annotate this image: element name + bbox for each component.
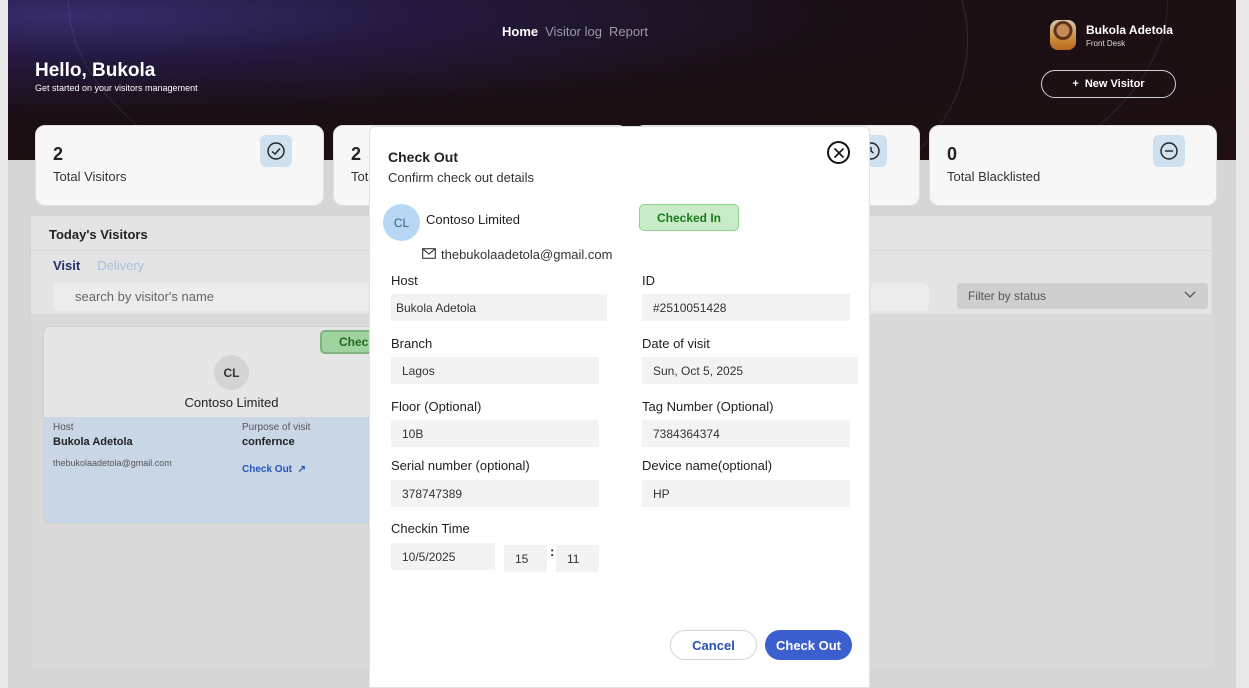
status-filter-select[interactable]: Filter by status bbox=[957, 283, 1208, 309]
visitor-card[interactable]: Check CL Contoso Limited Host Bukola Ade… bbox=[43, 326, 383, 524]
greeting-title: Hello, Bukola bbox=[35, 60, 156, 81]
nav-report[interactable]: Report bbox=[609, 24, 648, 39]
tag-label: Tag Number (Optional) bbox=[642, 399, 774, 414]
stat-card-total-blacklisted: 0 Total Blacklisted bbox=[929, 125, 1217, 206]
time-separator: : bbox=[550, 544, 555, 559]
panel-title: Today's Visitors bbox=[49, 227, 148, 242]
serial-field[interactable]: 378747389 bbox=[391, 480, 599, 507]
plus-icon: + bbox=[1072, 78, 1079, 90]
external-link-icon: ↗ bbox=[294, 464, 306, 475]
search-input[interactable]: search by visitor's name bbox=[53, 283, 393, 311]
company-name: Contoso Limited bbox=[426, 212, 520, 227]
new-visitor-label: New Visitor bbox=[1084, 78, 1145, 90]
tab-visit[interactable]: Visit bbox=[53, 258, 80, 273]
modal-title: Check Out bbox=[388, 149, 459, 165]
minus-circle-icon bbox=[1153, 135, 1185, 167]
tab-delivery[interactable]: Delivery bbox=[97, 258, 144, 273]
stat-value: 0 bbox=[947, 144, 958, 164]
host-value: Bukola Adetola bbox=[53, 436, 133, 448]
check-out-link[interactable]: Check Out ↗ bbox=[242, 464, 306, 475]
device-label: Device name(optional) bbox=[642, 458, 773, 473]
chevron-down-icon bbox=[1184, 288, 1196, 303]
device-field[interactable]: HP bbox=[642, 480, 850, 507]
nav-home[interactable]: Home bbox=[502, 24, 538, 39]
purpose-value: confernce bbox=[242, 436, 295, 448]
host-field[interactable]: Bukola Adetola bbox=[391, 294, 607, 321]
visit-tabs: Visit Delivery bbox=[53, 258, 144, 273]
user-profile[interactable]: Bukola Adetola Front Desk bbox=[1050, 20, 1173, 50]
id-label: ID bbox=[642, 273, 655, 288]
date-field[interactable]: Sun, Oct 5, 2025 bbox=[642, 357, 858, 384]
user-name: Bukola Adetola bbox=[1086, 22, 1173, 37]
greeting-subtitle: Get started on your visitors management bbox=[35, 83, 198, 93]
checkin-label: Checkin Time bbox=[391, 521, 470, 536]
status-badge: Checked In bbox=[639, 204, 739, 231]
stat-label: Total Blacklisted bbox=[947, 169, 1041, 184]
new-visitor-button[interactable]: + New Visitor bbox=[1041, 70, 1176, 98]
company-avatar: CL bbox=[383, 204, 420, 241]
visitor-avatar: CL bbox=[214, 355, 249, 390]
user-role: Front Desk bbox=[1086, 38, 1126, 48]
visitor-email-row: thebukolaadetola@gmail.com bbox=[422, 247, 612, 262]
stat-value: 2 bbox=[53, 144, 64, 164]
stat-label: Total Visitors bbox=[53, 169, 127, 184]
stat-label: Tot bbox=[351, 169, 369, 184]
checkin-date-field[interactable]: 10/5/2025 bbox=[391, 543, 495, 570]
filter-label: Filter by status bbox=[968, 289, 1047, 303]
id-field[interactable]: #2510051428 bbox=[642, 294, 850, 321]
date-label: Date of visit bbox=[642, 336, 710, 351]
check-circle-icon bbox=[260, 135, 292, 167]
host-label: Host bbox=[53, 422, 74, 433]
cancel-button[interactable]: Cancel bbox=[670, 630, 757, 660]
mail-icon bbox=[422, 247, 436, 262]
close-icon[interactable] bbox=[827, 141, 850, 164]
top-nav: Home Visitor log Report bbox=[502, 24, 648, 39]
purpose-label: Purpose of visit bbox=[242, 422, 311, 433]
modal-subtitle: Confirm check out details bbox=[388, 170, 534, 185]
tag-field[interactable]: 7384364374 bbox=[642, 420, 850, 447]
stat-card-total-visitors: 2 Total Visitors bbox=[35, 125, 324, 206]
serial-label: Serial number (optional) bbox=[391, 458, 530, 473]
floor-field[interactable]: 10B bbox=[391, 420, 599, 447]
checkin-minute-field[interactable]: 11 bbox=[556, 545, 599, 572]
branch-label: Branch bbox=[391, 336, 433, 351]
nav-visitor-log[interactable]: Visitor log bbox=[545, 24, 602, 39]
branch-field[interactable]: Lagos bbox=[391, 357, 599, 384]
stat-value: 2 bbox=[351, 144, 362, 164]
email-text: thebukolaadetola@gmail.com bbox=[441, 247, 613, 262]
avatar bbox=[1050, 20, 1076, 50]
visitor-company: Contoso Limited bbox=[184, 395, 279, 410]
floor-label: Floor (Optional) bbox=[391, 399, 482, 414]
checkin-hour-field[interactable]: 15 bbox=[504, 545, 547, 572]
host-label: Host bbox=[391, 273, 418, 288]
visitor-email: thebukolaadetola@gmail.com bbox=[53, 458, 172, 468]
visitor-info: Host Bukola Adetola Purpose of visit con… bbox=[44, 417, 382, 523]
check-out-button[interactable]: Check Out bbox=[765, 630, 852, 660]
check-out-modal: Check Out Confirm check out details CL C… bbox=[369, 126, 870, 688]
